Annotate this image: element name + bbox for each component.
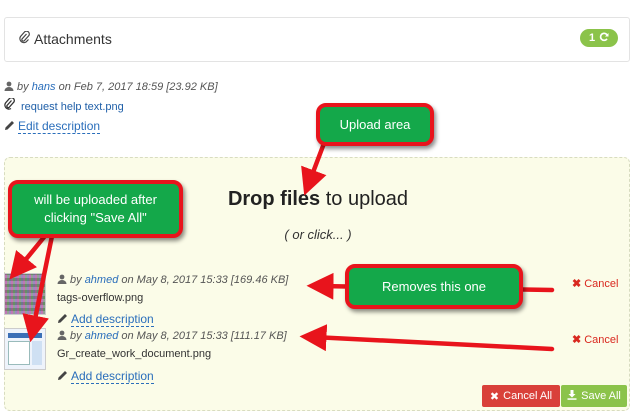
paperclip-icon (19, 30, 31, 47)
cancel-all-label: Cancel All (503, 390, 553, 402)
refresh-icon (599, 32, 609, 45)
existing-attachment-meta: by hans on Feb 7, 2017 18:59 [23.92 KB] (4, 81, 218, 93)
upload-date: on Feb 7, 2017 18:59 [23.92 KB] (58, 81, 218, 93)
pencil-icon (57, 368, 68, 380)
pencil-icon (57, 311, 68, 323)
file-thumbnail (4, 273, 46, 315)
user-link[interactable]: ahmed (85, 330, 119, 342)
cancel-file-button[interactable]: ✖ Cancel (572, 333, 618, 346)
upload-area-callout: Upload area (316, 103, 434, 146)
add-description-link[interactable]: Add description (71, 369, 154, 384)
close-icon: ✖ (489, 390, 500, 403)
attachment-count: 1 (588, 32, 596, 44)
save-all-button[interactable]: Save All (561, 385, 627, 407)
callout-text: Removes this one (381, 278, 487, 294)
drop-title-bold: Drop files (227, 188, 321, 210)
attachment-filename-link[interactable]: request help text.png (21, 101, 124, 113)
attachments-title: Attachments (19, 30, 112, 47)
cancel-all-button[interactable]: ✖ Cancel All (482, 385, 560, 407)
pending-filename: Gr_create_work_document.png (57, 348, 212, 360)
cancel-label: Cancel (584, 278, 619, 290)
cancel-label: Cancel (584, 334, 619, 346)
callout-text: will be uploaded after clicking "Save Al… (34, 192, 157, 225)
callout-text: Upload area (339, 116, 411, 132)
by-label: by (70, 330, 82, 342)
user-icon (57, 274, 67, 284)
existing-attachment-file: request help text.png (4, 97, 124, 113)
user-link[interactable]: ahmed (85, 274, 119, 286)
will-upload-callout: will be uploaded after clicking "Save Al… (8, 180, 183, 238)
edit-description-row: Edit description (4, 117, 101, 135)
cancel-file-button[interactable]: ✖ Cancel (572, 277, 618, 290)
download-icon (567, 389, 577, 403)
attachments-panel-header: Attachments 1 (4, 17, 630, 62)
close-icon: ✖ (572, 334, 582, 346)
attachment-icon (4, 97, 16, 113)
file-thumbnail (4, 328, 46, 370)
close-icon: ✖ (572, 278, 582, 290)
attachment-count-badge[interactable]: 1 (580, 29, 618, 47)
user-link[interactable]: hans (32, 81, 56, 93)
upload-date: on May 8, 2017 15:33 [169.46 KB] (121, 274, 289, 286)
by-label: by (17, 81, 29, 93)
removes-callout: Removes this one (345, 264, 523, 309)
edit-description-link[interactable]: Edit description (18, 119, 101, 134)
save-all-label: Save All (581, 390, 621, 402)
upload-date: on May 8, 2017 15:33 [111.17 KB] (121, 330, 287, 342)
pending-file-meta: by ahmed on May 8, 2017 15:33 [169.46 KB… (57, 274, 288, 286)
pending-file-meta: by ahmed on May 8, 2017 15:33 [111.17 KB… (57, 330, 287, 342)
by-label: by (70, 274, 82, 286)
user-icon (57, 330, 67, 340)
pending-filename: tags-overflow.png (57, 292, 144, 304)
pencil-icon (4, 118, 15, 130)
user-icon (4, 81, 14, 91)
drop-title-rest: to upload (320, 188, 409, 210)
add-description-row: Add description (57, 367, 154, 385)
add-description-row: Add description (57, 310, 154, 328)
attachments-title-text: Attachments (34, 31, 112, 47)
add-description-link[interactable]: Add description (71, 312, 154, 327)
